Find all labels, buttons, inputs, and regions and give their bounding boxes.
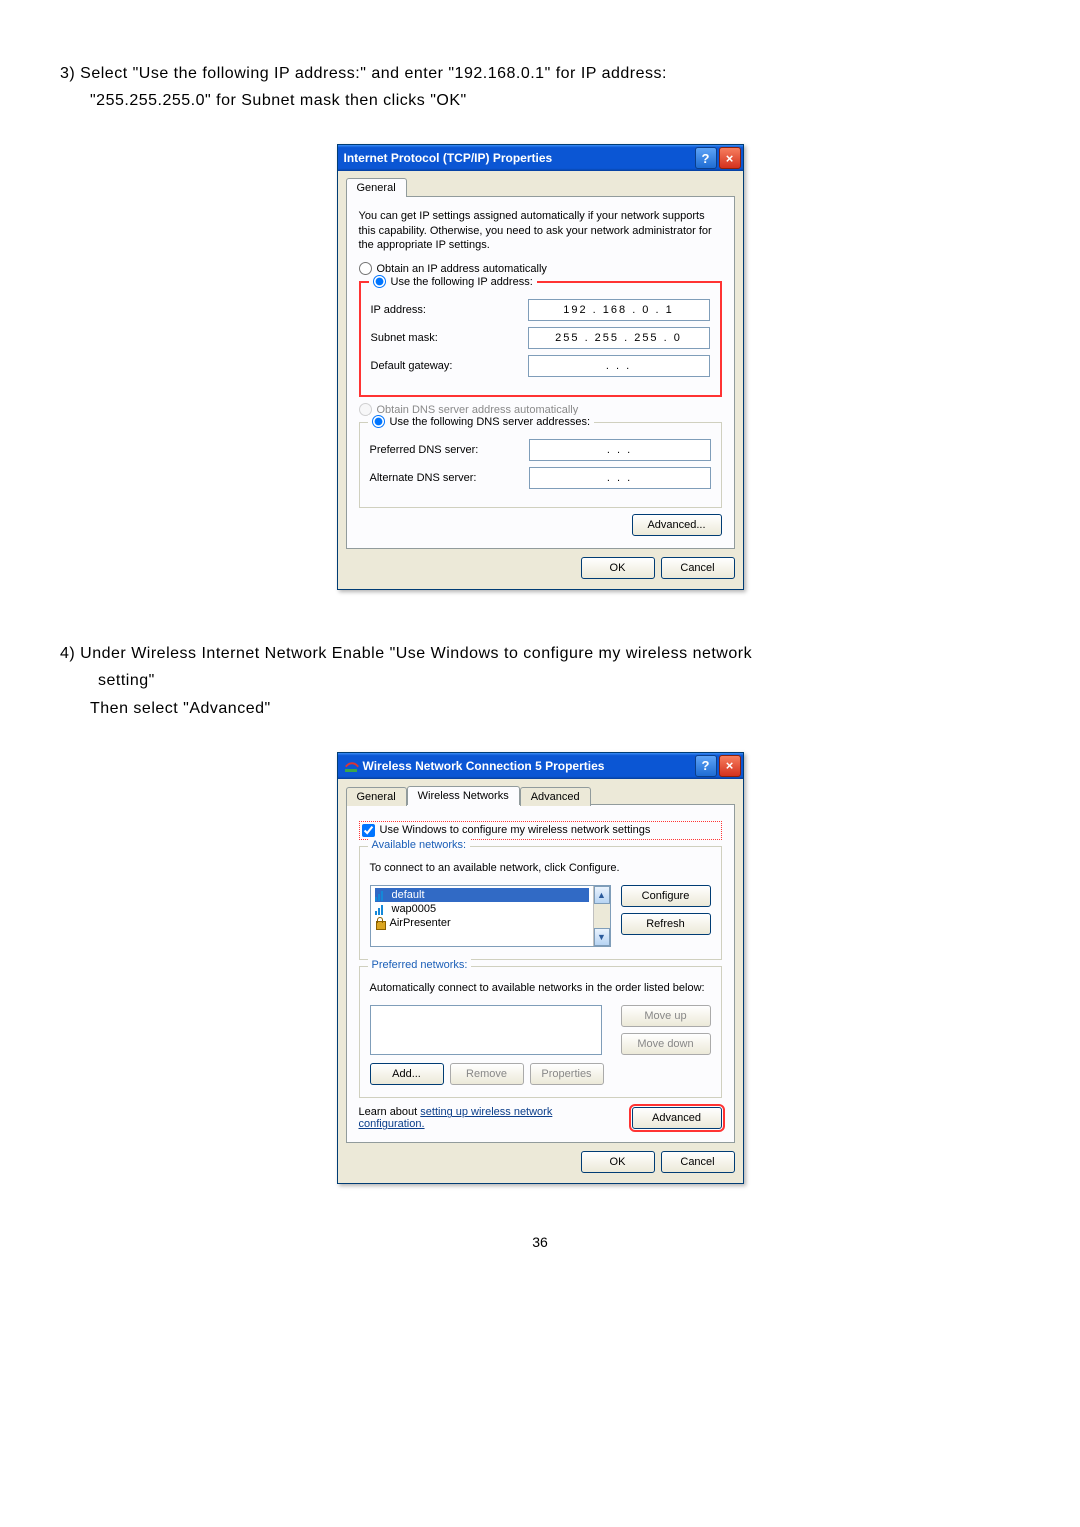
lbl-alternate-dns: Alternate DNS server: <box>370 472 510 484</box>
tab-wireless-networks[interactable]: Wireless Networks <box>407 786 520 805</box>
step3-line2: "255.255.255.0" for Subnet mask then cli… <box>90 87 1020 114</box>
wifi-icon <box>344 759 358 773</box>
tcpip-description: You can get IP settings assigned automat… <box>359 209 722 252</box>
cancel-button[interactable]: Cancel <box>661 1151 735 1173</box>
input-alternate-dns[interactable]: . . . <box>529 467 711 489</box>
advanced-button[interactable]: Advanced <box>632 1107 722 1129</box>
tcpip-title: Internet Protocol (TCP/IP) Properties <box>344 151 553 165</box>
list-item[interactable]: default <box>375 888 589 902</box>
scroll-down-icon[interactable]: ▼ <box>594 928 610 946</box>
lock-icon <box>375 917 385 929</box>
help-icon[interactable]: ? <box>695 147 717 169</box>
step3-line1: 3) Select "Use the following IP address:… <box>60 60 1020 87</box>
cancel-button[interactable]: Cancel <box>661 557 735 579</box>
link-configuration[interactable]: configuration. <box>359 1118 425 1130</box>
radio-use-ip-input[interactable] <box>373 275 386 288</box>
learn-about-text: Learn about setting up wireless network … <box>359 1106 553 1130</box>
preferred-networks-title: Preferred networks: <box>368 959 472 971</box>
chk-use-windows-label: Use Windows to configure my wireless net… <box>380 824 651 836</box>
available-networks-list[interactable]: default wap0005 AirPresenter <box>370 885 611 947</box>
radio-obtain-ip-input[interactable] <box>359 262 372 275</box>
wireless-properties-dialog: Wireless Network Connection 5 Properties… <box>337 752 744 1185</box>
preferred-networks-list[interactable] <box>370 1005 602 1055</box>
step3-instruction: 3) Select "Use the following IP address:… <box>60 60 1020 114</box>
lbl-default-gateway: Default gateway: <box>371 360 511 372</box>
help-icon[interactable]: ? <box>695 755 717 777</box>
list-item[interactable]: wap0005 <box>375 902 589 916</box>
lbl-subnet-mask: Subnet mask: <box>371 332 511 344</box>
preferred-networks-group: Preferred networks: Automatically connec… <box>359 966 722 1098</box>
tab-general[interactable]: General <box>346 787 407 806</box>
close-icon[interactable]: × <box>719 147 741 169</box>
refresh-button[interactable]: Refresh <box>621 913 711 935</box>
radio-obtain-ip[interactable]: Obtain an IP address automatically <box>359 262 722 275</box>
input-ip-address[interactable]: 192 . 168 . 0 . 1 <box>528 299 710 321</box>
network-name: default <box>392 889 425 901</box>
add-button[interactable]: Add... <box>370 1063 444 1085</box>
wireless-title: Wireless Network Connection 5 Properties <box>363 759 605 773</box>
input-default-gateway[interactable]: . . . <box>528 355 710 377</box>
configure-button[interactable]: Configure <box>621 885 711 907</box>
input-subnet-mask[interactable]: 255 . 255 . 255 . 0 <box>528 327 710 349</box>
preferred-hint: Automatically connect to available netwo… <box>370 981 711 995</box>
available-networks-title: Available networks: <box>368 839 471 851</box>
tab-advanced[interactable]: Advanced <box>520 787 591 806</box>
ok-button[interactable]: OK <box>581 1151 655 1173</box>
network-name: wap0005 <box>392 903 437 915</box>
move-up-button: Move up <box>621 1005 711 1027</box>
wireless-titlebar: Wireless Network Connection 5 Properties… <box>338 753 743 779</box>
page-number: 36 <box>60 1234 1020 1250</box>
remove-button: Remove <box>450 1063 524 1085</box>
chk-use-windows[interactable]: Use Windows to configure my wireless net… <box>359 821 722 840</box>
move-down-button: Move down <box>621 1033 711 1055</box>
lbl-preferred-dns: Preferred DNS server: <box>370 444 510 456</box>
tcpip-properties-dialog: Internet Protocol (TCP/IP) Properties ? … <box>337 144 744 590</box>
use-dns-group: Use the following DNS server addresses: … <box>359 422 722 508</box>
step4-line3: Then select "Advanced" <box>90 695 1020 722</box>
scroll-up-icon[interactable]: ▲ <box>594 886 610 904</box>
ok-button[interactable]: OK <box>581 557 655 579</box>
chk-use-windows-input[interactable] <box>362 824 375 837</box>
input-preferred-dns[interactable]: . . . <box>529 439 711 461</box>
tcpip-titlebar: Internet Protocol (TCP/IP) Properties ? … <box>338 145 743 171</box>
lbl-ip-address: IP address: <box>371 304 511 316</box>
radio-use-dns[interactable]: Use the following DNS server addresses: <box>372 415 591 428</box>
radio-obtain-ip-label: Obtain an IP address automatically <box>377 263 547 275</box>
signal-icon <box>375 903 387 915</box>
use-ip-group: Use the following IP address: IP address… <box>359 281 722 397</box>
radio-use-dns-input[interactable] <box>372 415 385 428</box>
scrollbar[interactable]: ▲ ▼ <box>593 886 610 946</box>
radio-use-dns-label: Use the following DNS server addresses: <box>390 416 591 428</box>
radio-use-ip[interactable]: Use the following IP address: <box>373 275 533 288</box>
radio-obtain-dns-label: Obtain DNS server address automatically <box>377 404 579 416</box>
close-icon[interactable]: × <box>719 755 741 777</box>
available-networks-group: Available networks: To connect to an ava… <box>359 846 722 960</box>
radio-use-ip-label: Use the following IP address: <box>391 276 533 288</box>
step4-line1: 4) Under Wireless Internet Network Enabl… <box>60 640 1020 667</box>
tab-general[interactable]: General <box>346 178 407 197</box>
available-hint: To connect to an available network, clic… <box>370 861 711 875</box>
list-item[interactable]: AirPresenter <box>375 916 589 930</box>
properties-button: Properties <box>530 1063 604 1085</box>
signal-icon <box>375 889 387 901</box>
network-name: AirPresenter <box>390 917 451 929</box>
step4-line2: setting" <box>98 667 1020 694</box>
step4-instruction: 4) Under Wireless Internet Network Enabl… <box>60 640 1020 722</box>
advanced-button[interactable]: Advanced... <box>632 514 722 536</box>
link-setting-up-wireless[interactable]: setting up wireless network <box>420 1106 552 1118</box>
